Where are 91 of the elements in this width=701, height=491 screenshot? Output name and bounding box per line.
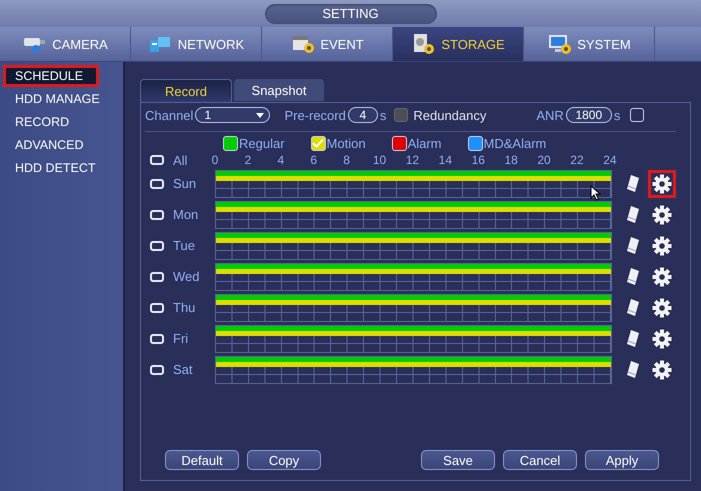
schedule-timeline[interactable] (215, 170, 612, 198)
sidebar-item[interactable]: ADVANCED (3, 134, 120, 156)
channel-label: Channel (145, 108, 194, 122)
anr-field[interactable]: 1800 (566, 107, 612, 123)
day-label: Mon (173, 207, 198, 222)
day-checkbox[interactable] (150, 364, 164, 374)
day-label: Thu (173, 300, 196, 315)
hour-label: 0 (210, 153, 220, 167)
settings-icon (652, 204, 672, 224)
legend-checkbox[interactable] (223, 136, 238, 150)
unit-label: s (614, 108, 620, 122)
action-button[interactable]: Cancel (503, 450, 577, 470)
eraser-icon[interactable] (626, 360, 640, 380)
day-checkbox[interactable] (150, 240, 164, 250)
sub-tab[interactable]: Record (140, 79, 232, 102)
event-gear-icon (290, 34, 316, 54)
hour-label: 4 (276, 153, 286, 167)
schedule-timeline[interactable] (215, 356, 612, 384)
legend-checkbox[interactable] (310, 136, 326, 150)
hour-label: 6 (309, 153, 318, 167)
schedule-timeline[interactable] (215, 232, 612, 260)
anr-label: ANR (536, 108, 564, 122)
legend-checkbox[interactable] (468, 136, 483, 150)
eraser-icon[interactable] (626, 204, 640, 224)
settings-icon (652, 360, 672, 380)
legend-checkbox[interactable] (392, 136, 407, 150)
monitor-gear-icon (547, 33, 574, 55)
menu-tab[interactable]: EVENT (262, 27, 393, 61)
legend-label: Motion (326, 136, 366, 150)
schedule-timeline[interactable] (215, 294, 612, 322)
day-label: Tue (173, 238, 195, 253)
day-checkbox[interactable] (150, 210, 164, 220)
anr-checkbox[interactable] (630, 108, 644, 122)
hour-label: 8 (342, 153, 351, 167)
legend-label: Alarm (408, 136, 442, 150)
sidebar-item[interactable]: HDD DETECT (3, 157, 120, 179)
action-button[interactable]: Save (421, 450, 495, 470)
action-button[interactable]: Copy (247, 450, 321, 470)
hour-label: 16 (470, 153, 486, 167)
sidebar-item[interactable]: RECORD (3, 111, 120, 133)
day-label: Sat (173, 362, 193, 377)
legend-label: Regular (239, 136, 285, 150)
menu-tab[interactable]: SYSTEM (524, 27, 655, 61)
hour-label: 20 (536, 153, 552, 167)
window-title: SETTING (264, 4, 436, 24)
all-checkbox[interactable] (150, 155, 164, 165)
hour-label: 12 (404, 153, 420, 167)
all-label: All (173, 152, 188, 168)
unit-label: s (380, 108, 386, 122)
settings-button[interactable] (648, 170, 676, 198)
day-label: Fri (173, 331, 188, 346)
day-checkbox[interactable] (150, 178, 164, 188)
pre-record-label: Pre-record (284, 108, 346, 122)
eraser-icon[interactable] (626, 298, 640, 318)
menu-tab[interactable]: STORAGE (393, 27, 524, 61)
eraser-icon[interactable] (626, 174, 640, 194)
day-label: Wed (173, 269, 200, 284)
eraser-icon[interactable] (626, 266, 640, 286)
settings-icon (652, 298, 672, 318)
action-button[interactable]: Apply (585, 450, 659, 470)
hour-label: 18 (503, 153, 519, 167)
schedule-timeline[interactable] (215, 262, 612, 290)
sidebar-item[interactable]: SCHEDULE (3, 65, 99, 87)
menu-tab[interactable]: NETWORK (131, 27, 262, 61)
hour-label: 2 (244, 153, 252, 167)
sidebar-item[interactable]: HDD MANAGE (3, 88, 120, 110)
redundancy-checkbox[interactable] (394, 108, 408, 122)
day-checkbox[interactable] (150, 302, 164, 312)
settings-icon (652, 236, 672, 256)
legend-label: MD&Alarm (484, 136, 546, 150)
menu-tab[interactable]: CAMERA (0, 27, 131, 61)
schedule-timeline[interactable] (215, 324, 612, 352)
day-label: Sun (173, 176, 196, 191)
settings-icon (652, 328, 672, 348)
mouse-cursor-icon (590, 185, 602, 201)
redundancy-label: Redundancy (413, 108, 486, 122)
hour-label: 22 (569, 153, 585, 167)
action-button[interactable]: Default (165, 450, 239, 470)
day-checkbox[interactable] (150, 272, 164, 282)
pre-record-field[interactable]: 4 (348, 107, 378, 123)
channel-dropdown[interactable]: 1 (195, 107, 270, 123)
hour-label: 24 (602, 153, 618, 167)
settings-icon (652, 266, 672, 286)
sub-tab[interactable]: Snapshot (234, 79, 324, 101)
hour-label: 14 (438, 153, 454, 167)
eraser-icon[interactable] (626, 328, 640, 348)
settings-icon (652, 174, 672, 194)
schedule-timeline[interactable] (215, 200, 612, 228)
day-checkbox[interactable] (150, 334, 164, 344)
eraser-icon[interactable] (626, 236, 640, 256)
hour-label: 10 (372, 153, 388, 167)
